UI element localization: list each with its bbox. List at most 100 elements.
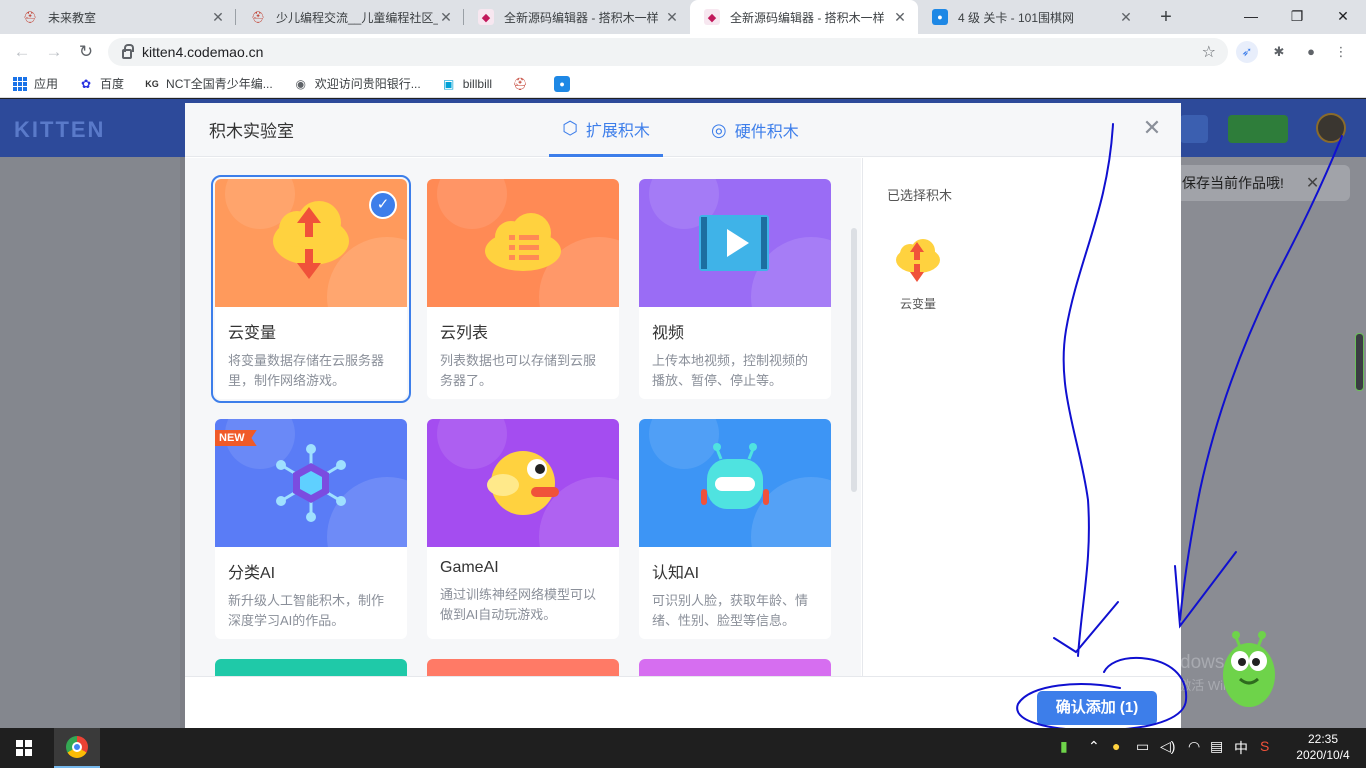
extension-card-partial[interactable] — [427, 659, 619, 676]
browser-tab[interactable]: ⛑ 少儿编程交流__儿童编程社区_ ✕ — [236, 0, 464, 34]
extension-card-video[interactable]: 视频 上传本地视频，控制视频的播放、暂停、停止等。 — [639, 179, 831, 399]
close-tab-icon[interactable]: ✕ — [892, 9, 908, 26]
network-icon[interactable]: ▭ — [1136, 738, 1149, 755]
blocks-lab-dialog: 积木实验室 ⬡ 扩展积木 ◎ 硬件积木 ✕ ✓ 云变量 将变量数据存储在云服务器… — [185, 103, 1181, 728]
dialog-title: 积木实验室 — [209, 122, 294, 141]
browser-tab-active[interactable]: ◆ 全新源码编辑器 - 搭积木一样 ✕ — [690, 0, 918, 34]
editor-left-panel — [0, 157, 180, 728]
card-description: 列表数据也可以存储到云服务器了。 — [440, 353, 597, 388]
maximize-button[interactable]: ❐ — [1274, 4, 1320, 28]
hardware-robot-icon: ◎ — [711, 119, 727, 140]
lock-icon — [122, 44, 134, 59]
tab-title: 少儿编程交流__儿童编程社区_ — [276, 10, 438, 25]
minimize-button[interactable]: — — [1228, 4, 1274, 28]
ime-indicator[interactable]: 中 — [1234, 738, 1248, 758]
bookmark-label: NCT全国青少年编... — [166, 77, 273, 91]
dialog-footer: 确认添加 (1) — [185, 676, 1181, 728]
selected-blocks-panel: 已选择积木 云变量 — [862, 158, 1181, 676]
confirm-add-button[interactable]: 确认添加 (1) — [1037, 691, 1157, 725]
grid-scrollbar[interactable] — [851, 228, 857, 492]
card-description: 通过训练神经网络模型可以做到AI自动玩游戏。 — [440, 587, 597, 622]
extension-card-partial[interactable] — [639, 659, 831, 676]
extension-card-game-ai[interactable]: GameAI 通过训练神经网络模型可以做到AI自动玩游戏。 — [427, 419, 619, 639]
extension-card-cloud-variable[interactable]: ✓ 云变量 将变量数据存储在云服务器里，制作网络游戏。 — [211, 175, 411, 403]
browser-tab[interactable]: ◆ 全新源码编辑器 - 搭积木一样 ✕ — [464, 0, 690, 34]
card-name: 云变量 — [228, 325, 277, 342]
back-arrow-icon[interactable]: ← — [10, 40, 34, 64]
bookmark-star-icon[interactable]: ☆ — [1202, 42, 1216, 62]
clock-date: 2020/10/4 — [1296, 748, 1350, 762]
bookmark-label: 百度 — [100, 77, 125, 91]
baidu-icon: ✿ — [80, 76, 92, 91]
tab-title: 全新源码编辑器 - 搭积木一样 — [730, 10, 885, 25]
tab-extension-blocks[interactable]: ⬡ 扩展积木 — [549, 103, 663, 157]
selected-item-name: 云变量 — [899, 297, 936, 311]
codemao-icon: ⛑ — [512, 76, 528, 91]
video-play-icon — [699, 215, 769, 271]
codemao-icon: ⛑ — [23, 11, 37, 24]
close-tab-icon[interactable]: ✕ — [1118, 9, 1134, 26]
dialog-close-icon[interactable]: ✕ — [1140, 115, 1164, 141]
green-mascot-icon — [1223, 631, 1275, 707]
flappy-bird-icon — [487, 451, 559, 515]
selected-item[interactable]: 云变量 — [893, 234, 943, 312]
close-tab-icon[interactable]: ✕ — [438, 9, 454, 26]
bookmark-codemao[interactable]: ⛑ — [512, 76, 534, 92]
bookmark-baidu[interactable]: ✿ 百度 — [78, 75, 124, 92]
extension-blocks-icon: ⬡ — [562, 118, 578, 138]
tab-hardware-blocks[interactable]: ◎ 硬件积木 — [711, 103, 811, 157]
taskbar-chrome[interactable] — [54, 728, 100, 768]
tab-title: 全新源码编辑器 - 搭积木一样 — [504, 10, 659, 25]
start-button[interactable] — [0, 728, 48, 768]
browser-tab[interactable]: ⛑ 未来教室 ✕ — [8, 0, 236, 34]
browser-tab[interactable]: ● 4 级 关卡 - 101围棋网 ✕ — [918, 0, 1144, 34]
profile-avatar-icon[interactable]: ● — [1300, 41, 1322, 63]
close-tab-icon[interactable]: ✕ — [664, 9, 680, 26]
bookmark-nct[interactable]: KG NCT全国青少年编... — [144, 75, 273, 92]
sogou-icon[interactable]: S — [1260, 738, 1269, 754]
extension-bird-icon[interactable]: ➶ — [1236, 41, 1258, 63]
bookmark-bilibili[interactable]: ▣ billbill — [441, 76, 492, 92]
card-name: 认知AI — [652, 565, 700, 582]
tab-title: 未来教室 — [48, 10, 97, 25]
url-text[interactable]: kitten4.codemao.cn — [142, 44, 263, 60]
bookmark-apps[interactable]: 应用 — [12, 75, 58, 92]
card-description: 将变量数据存储在云服务器里，制作网络游戏。 — [228, 353, 385, 388]
battery-icon[interactable]: ▮ — [1060, 738, 1068, 755]
extension-card-cloud-list[interactable]: 云列表 列表数据也可以存储到云服务器了。 — [427, 179, 619, 399]
go-icon: ● — [932, 9, 948, 25]
extension-card-partial[interactable] — [215, 659, 407, 676]
close-tab-icon[interactable]: ✕ — [210, 9, 226, 26]
wifi-icon[interactable]: ◠ — [1188, 738, 1200, 755]
toast-close-icon: ✕ — [1305, 175, 1320, 192]
tab-label: 硬件积木 — [734, 124, 799, 141]
new-tab-button[interactable]: + — [1156, 7, 1176, 27]
chrome-icon — [66, 736, 88, 758]
codemao-icon: ⛑ — [251, 11, 265, 24]
address-bar[interactable]: kitten4.codemao.cn ☆ — [108, 38, 1228, 66]
menu-kebab-icon[interactable]: ⋮ — [1330, 41, 1352, 63]
power-icon[interactable]: ● — [1112, 738, 1120, 754]
bookmark-bank[interactable]: ◉ 欢迎访问贵阳银行... — [293, 75, 420, 92]
dialog-header: 积木实验室 ⬡ 扩展积木 ◎ 硬件积木 ✕ — [185, 103, 1181, 157]
notification-icon[interactable]: ▤ — [1210, 738, 1223, 755]
forward-arrow-icon[interactable]: → — [42, 40, 66, 64]
extension-card-cognitive-ai[interactable]: 认知AI 可识别人脸，获取年龄、情绪、性别、脸型等信息。 — [639, 419, 831, 639]
puzzle-extensions-icon[interactable]: ✱ — [1268, 41, 1290, 63]
editor-toolbar-button — [1180, 115, 1208, 143]
tab-label: 扩展积木 — [585, 122, 650, 140]
clock-time: 22:35 — [1307, 732, 1339, 746]
volume-icon[interactable]: ◁) — [1160, 738, 1175, 755]
card-description: 可识别人脸，获取年龄、情绪、性别、脸型等信息。 — [652, 593, 809, 628]
chevron-up-icon[interactable]: ⌃ — [1088, 738, 1100, 755]
card-description: 上传本地视频，控制视频的播放、暂停、停止等。 — [652, 353, 809, 388]
extension-card-classification-ai[interactable]: NEW 分类AI 新升级人工智能积木，制作深度学习AI的作品。 — [215, 419, 407, 639]
extension-card-grid: ✓ 云变量 将变量数据存储在云服务器里，制作网络游戏。 云列表 列表数据也可以存… — [185, 158, 861, 676]
bookmark-101[interactable]: ● — [554, 75, 576, 92]
reload-icon[interactable]: ↻ — [74, 40, 98, 64]
toast-text: 保存当前作品哦! — [1182, 175, 1284, 191]
system-clock[interactable]: 22:35 2020/10/4 — [1290, 731, 1356, 763]
browser-toolbar: ← → ↻ kitten4.codemao.cn ☆ ➶ ✱ ● ⋮ — [0, 34, 1366, 70]
card-banner — [427, 179, 619, 307]
close-window-button[interactable]: ✕ — [1320, 4, 1366, 28]
